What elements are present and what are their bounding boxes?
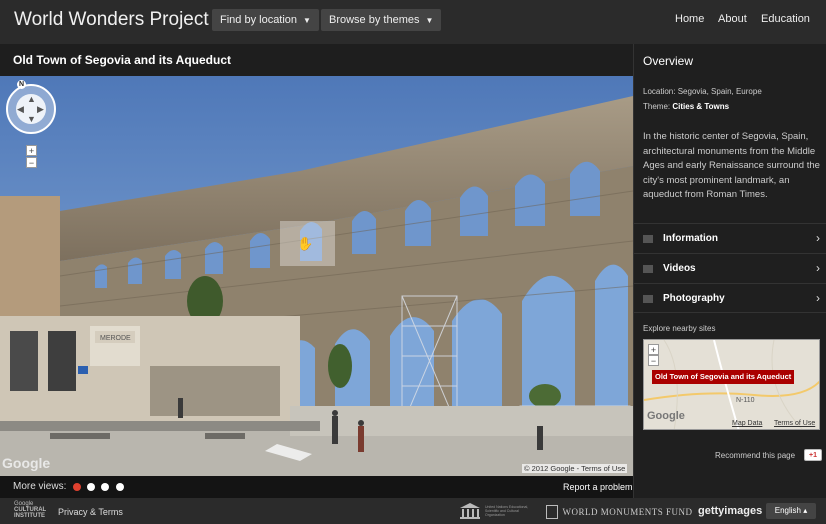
map-zoom-out-button[interactable]: − [648, 355, 659, 366]
google-watermark: Google [2, 455, 51, 471]
map-data-link[interactable]: Map Data [732, 420, 762, 427]
zoom-in-button[interactable]: + [26, 145, 37, 156]
map-marker-label[interactable]: Old Town of Segovia and its Aqueduct [652, 370, 795, 384]
zoom-out-button[interactable]: − [26, 157, 37, 168]
view-dot-2[interactable] [87, 483, 95, 491]
chevron-right-icon: › [816, 231, 820, 245]
theme-label: Theme: [643, 102, 671, 111]
getty-logo[interactable]: gettyimages [698, 505, 762, 517]
film-icon [643, 265, 653, 273]
chevron-down-icon[interactable]: ▼ [27, 114, 36, 124]
map-terms-link[interactable]: Terms of Use [774, 420, 815, 427]
section-videos[interactable]: Videos › [634, 253, 826, 283]
theme-line: Theme: Cities & Towns [643, 102, 729, 111]
location-value: Segovia, Spain, Europe [677, 87, 762, 96]
unesco-logo[interactable] [459, 503, 481, 519]
chevron-right-icon[interactable]: ▶ [37, 104, 44, 115]
view-dot-3[interactable] [101, 483, 109, 491]
chevron-right-icon: › [816, 261, 820, 275]
privacy-terms-link[interactable]: Privacy & Terms [58, 507, 123, 517]
section-photography-label: Photography [663, 293, 725, 304]
chevron-up-icon[interactable]: ▲ [27, 94, 36, 104]
wmf-icon [546, 504, 558, 519]
recommend-text: Recommend this page [715, 451, 796, 460]
camera-icon [643, 295, 653, 303]
browse-by-themes-label: Browse by themes [329, 14, 420, 26]
wmf-text: WORLD MONUMENTS FUND [562, 506, 693, 517]
chevron-right-icon: › [816, 291, 820, 305]
find-by-location-label: Find by location [220, 14, 298, 26]
unesco-temple-icon [460, 503, 480, 519]
section-information[interactable]: Information › [634, 223, 826, 253]
view-dot-1[interactable] [73, 483, 81, 491]
aqueduct-scene: MERODE [0, 76, 633, 476]
location-line: Location: Segovia, Spain, Europe [643, 87, 762, 96]
overview-sidebar: Overview Location: Segovia, Spain, Europ… [633, 44, 826, 498]
brand-line-3: INSTITUTE [14, 513, 45, 519]
overview-description: In the historic center of Segovia, Spain… [643, 131, 820, 200]
site-logo[interactable]: World Wonders Project [14, 9, 209, 31]
place-title: Old Town of Segovia and its Aqueduct [13, 53, 232, 67]
list-icon [643, 235, 653, 243]
chevron-down-icon: ▼ [303, 16, 311, 25]
section-videos-label: Videos [663, 263, 696, 274]
nav-home-link[interactable]: Home [675, 13, 704, 25]
view-dot-4[interactable] [116, 483, 124, 491]
footer: Google CULTURAL INSTITUTE Privacy & Term… [0, 498, 826, 524]
compass-north-label: N [17, 80, 26, 89]
street-view-copyright[interactable]: © 2012 Google - Terms of Use [522, 464, 628, 473]
theme-link[interactable]: Cities & Towns [672, 102, 729, 111]
chevron-left-icon[interactable]: ◀ [17, 104, 24, 115]
pan-control[interactable]: ▲ ▼ ◀ ▶ [6, 84, 56, 134]
nearby-sites-map[interactable]: + − Old Town of Segovia and its Aqueduct… [643, 339, 820, 430]
hand-cursor-icon: ✋ [297, 236, 314, 251]
language-selector[interactable]: English ▴ [766, 503, 816, 519]
top-bar: World Wonders Project Find by location ▼ … [0, 0, 826, 44]
shop-sign-text: MERODE [100, 335, 131, 342]
chevron-down-icon: ▼ [425, 16, 434, 25]
more-views-bar: More views: Report a problem [0, 476, 633, 498]
place-title-bar: Old Town of Segovia and its Aqueduct [0, 44, 633, 76]
section-photography[interactable]: Photography › [634, 283, 826, 313]
nav-about-link[interactable]: About [718, 13, 747, 25]
find-by-location-button[interactable]: Find by location ▼ [212, 9, 319, 31]
map-zoom-in-button[interactable]: + [648, 344, 659, 355]
report-problem-link[interactable]: Report a problem [563, 482, 633, 492]
nearby-label: Explore nearby sites [643, 324, 716, 333]
browse-by-themes-button[interactable]: Browse by themes ▼ [321, 9, 442, 31]
more-views-label: More views: [13, 481, 67, 492]
overview-title: Overview [643, 54, 694, 68]
map-google-logo: Google [647, 410, 685, 422]
unesco-text: United Nations Educational, Scientific a… [485, 505, 529, 517]
map-road-label: N-110 [736, 397, 755, 404]
street-view-panorama[interactable]: MERODE ▲ ▼ ◀ ▶ N + − ✋ Google © 2012 Goo… [0, 76, 633, 476]
wmf-logo[interactable]: WORLD MONUMENTS FUND [546, 503, 692, 521]
plus-one-button[interactable]: +1 [804, 449, 822, 461]
nav-education-link[interactable]: Education [761, 13, 810, 25]
section-information-label: Information [663, 233, 718, 244]
location-label: Location: [643, 87, 676, 96]
cultural-institute-logo[interactable]: Google CULTURAL INSTITUTE [14, 501, 46, 519]
